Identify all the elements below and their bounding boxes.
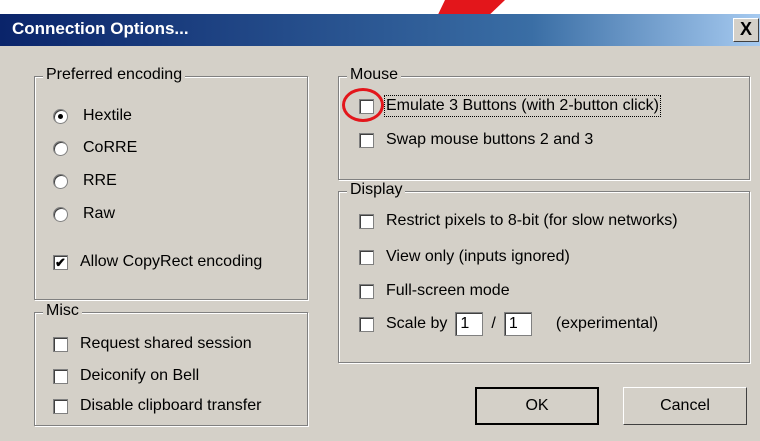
checkbox-request-shared-session[interactable]: Request shared session [53,335,252,353]
radio-corre[interactable]: CoRRE [53,139,137,157]
checkbox-icon [359,283,374,299]
checkbox-disable-clipboard-transfer[interactable]: Disable clipboard transfer [53,397,261,415]
preferred-encoding-group: Preferred encoding Hextile CoRRE RRE Raw… [34,66,308,300]
checkbox-label: Deiconify on Bell [80,367,200,384]
scale-denominator-input[interactable]: 1 [503,312,532,336]
checkbox-icon[interactable] [359,316,374,332]
scale-label: Scale by [386,315,448,332]
mouse-group: Mouse Emulate 3 Buttons (with 2-button c… [338,66,750,180]
radio-label: Raw [83,205,116,222]
checkbox-label: Full-screen mode [386,282,510,299]
checkbox-label: Restrict pixels to 8-bit (for slow netwo… [386,212,678,229]
checkbox-icon [53,368,68,384]
checkbox-icon [359,249,374,265]
cancel-button[interactable]: Cancel [623,387,747,425]
checkbox-label: Request shared session [80,335,252,352]
checkbox-restrict-pixels[interactable]: Restrict pixels to 8-bit (for slow netwo… [359,212,678,230]
radio-button-icon [53,206,68,222]
checkbox-icon [359,132,374,148]
checkbox-icon [53,336,68,352]
radio-label: RRE [83,172,117,189]
preferred-encoding-legend: Preferred encoding [43,66,186,84]
radio-button-icon [53,173,68,189]
radio-label: CoRRE [83,139,138,156]
checkbox-allow-copyrect[interactable]: ✔ Allow CopyRect encoding [53,253,262,271]
window-title: Connection Options... [12,19,189,38]
title-bar: Connection Options... X [0,14,760,46]
checkbox-deiconify-on-bell[interactable]: Deiconify on Bell [53,367,199,385]
checkbox-label: Disable clipboard transfer [80,397,262,414]
checkbox-view-only[interactable]: View only (inputs ignored) [359,248,570,266]
radio-label: Hextile [83,107,132,124]
misc-legend: Misc [43,302,82,320]
checkbox-label: Swap mouse buttons 2 and 3 [386,131,594,148]
radio-hextile[interactable]: Hextile [53,107,132,125]
checkmark-icon: ✔ [53,254,68,270]
display-group: Display Restrict pixels to 8-bit (for sl… [338,181,750,363]
display-legend: Display [347,181,406,199]
radio-button-icon [53,140,68,156]
scale-row: Scale by 1 / 1 (experimental) [359,312,658,336]
ok-button[interactable]: OK [475,387,599,425]
checkbox-full-screen-mode[interactable]: Full-screen mode [359,282,510,300]
checkbox-label: Allow CopyRect encoding [80,253,263,270]
radio-button-icon [53,108,68,124]
connection-options-dialog: Connection Options... X Preferred encodi… [0,14,760,441]
checkbox-icon [53,398,68,414]
checkbox-emulate-3-buttons[interactable]: Emulate 3 Buttons (with 2-button click) [359,95,662,117]
scale-separator: / [491,315,496,332]
radio-raw[interactable]: Raw [53,205,115,223]
checkbox-label: Emulate 3 Buttons (with 2-button click) [383,95,662,117]
mouse-legend: Mouse [347,66,402,84]
checkbox-swap-mouse-buttons[interactable]: Swap mouse buttons 2 and 3 [359,131,593,149]
scale-numerator-input[interactable]: 1 [455,312,484,336]
radio-rre[interactable]: RRE [53,172,117,190]
misc-group: Misc Request shared session Deiconify on… [34,302,308,426]
close-icon: X [739,19,752,39]
checkbox-icon [359,213,374,229]
red-circle-annotation [342,88,384,122]
close-button[interactable]: X [733,18,759,42]
checkbox-label: View only (inputs ignored) [386,248,570,265]
scale-note: (experimental) [555,315,659,332]
